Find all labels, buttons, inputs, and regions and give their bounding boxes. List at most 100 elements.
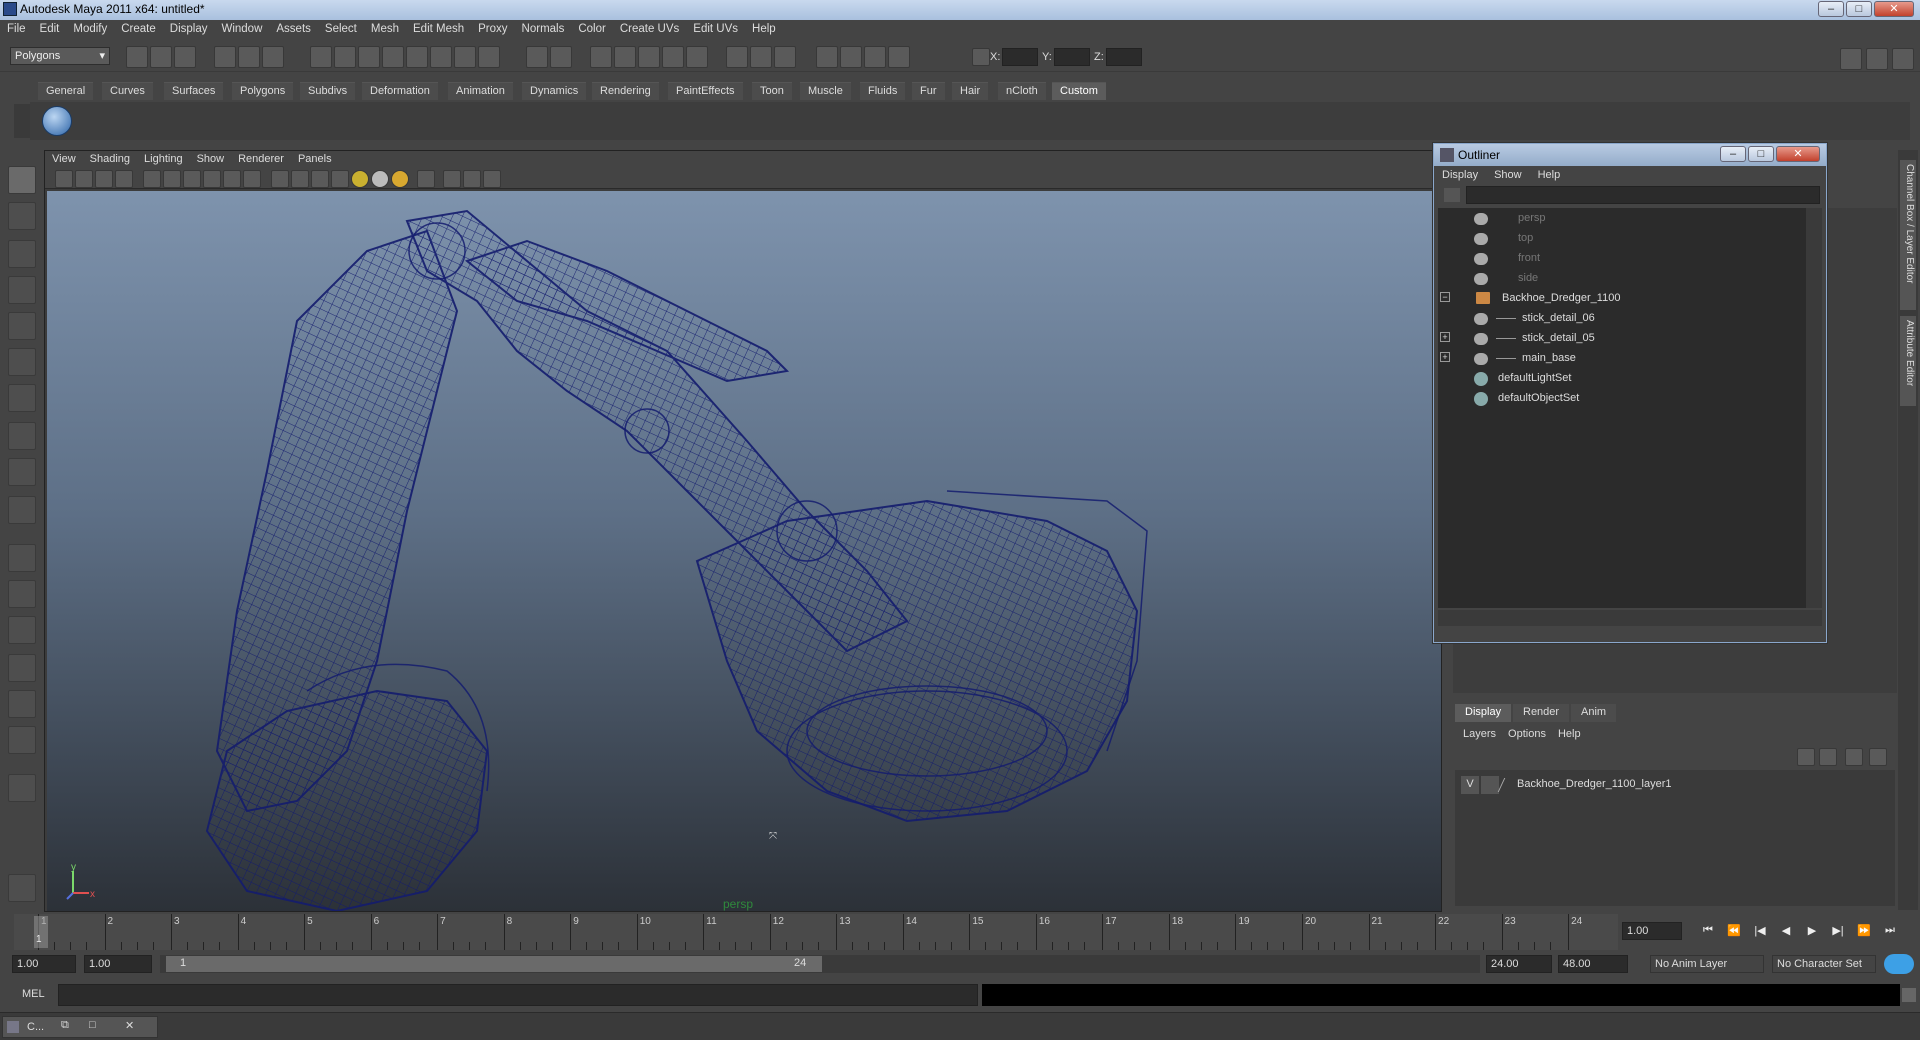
outliner-minimize-button[interactable]: – bbox=[1720, 146, 1746, 162]
select-handles-icon[interactable] bbox=[310, 46, 332, 68]
outliner-horizontal-scrollbar[interactable] bbox=[1438, 610, 1822, 626]
shelf-tab-hair[interactable]: Hair bbox=[952, 82, 989, 100]
auto-key-icon[interactable] bbox=[1884, 954, 1914, 974]
use-default-lights-icon[interactable] bbox=[351, 170, 369, 188]
image-plane-icon[interactable] bbox=[115, 170, 133, 188]
shelf-tab-fur[interactable]: Fur bbox=[912, 82, 945, 100]
step-forward-frame-icon[interactable]: ▶| bbox=[1828, 924, 1848, 940]
close-icon[interactable]: ✕ bbox=[125, 1019, 134, 1032]
menu-create-uvs[interactable]: Create UVs bbox=[613, 20, 686, 35]
list-item[interactable]: + main_base bbox=[1438, 350, 1806, 368]
restore-icon[interactable]: ⧉ bbox=[61, 1019, 69, 1032]
maximize-icon[interactable]: □ bbox=[89, 1019, 96, 1031]
hud-icon[interactable] bbox=[483, 170, 501, 188]
textured-icon[interactable] bbox=[331, 170, 349, 188]
menu-window[interactable]: Window bbox=[214, 20, 269, 35]
render-view-icon[interactable] bbox=[816, 46, 838, 68]
outliner-filter-input[interactable] bbox=[1466, 186, 1820, 204]
output-ops-icon[interactable] bbox=[750, 46, 772, 68]
list-item[interactable]: defaultLightSet bbox=[1438, 370, 1806, 388]
outliner-menu-display[interactable]: Display bbox=[1434, 166, 1486, 184]
select-surfaces-icon[interactable] bbox=[382, 46, 404, 68]
shelf-tab-dynamics[interactable]: Dynamics bbox=[522, 82, 587, 100]
go-to-start-icon[interactable]: ⏮ bbox=[1698, 924, 1718, 940]
lasso-tool-icon[interactable] bbox=[8, 202, 36, 230]
menu-edit[interactable]: Edit bbox=[33, 20, 67, 35]
select-tool-icon[interactable] bbox=[8, 166, 36, 194]
make-live-icon[interactable] bbox=[686, 46, 708, 68]
menu-edit-mesh[interactable]: Edit Mesh bbox=[406, 20, 471, 35]
list-item[interactable]: top bbox=[1438, 230, 1806, 248]
command-input[interactable] bbox=[58, 984, 978, 1006]
xray-icon[interactable] bbox=[443, 170, 461, 188]
list-item[interactable]: − Backhoe_Dredger_1100 bbox=[1438, 290, 1806, 308]
layer-display-type-toggle[interactable] bbox=[1481, 776, 1499, 794]
z-field[interactable] bbox=[1106, 48, 1142, 66]
character-set-selector[interactable]: No Character Set bbox=[1772, 955, 1876, 973]
layer-visibility-toggle[interactable]: V bbox=[1461, 776, 1479, 794]
snap-curve-icon[interactable] bbox=[614, 46, 636, 68]
script-editor-icon[interactable] bbox=[1902, 988, 1916, 1002]
shelf-tab-curves[interactable]: Curves bbox=[102, 82, 153, 100]
step-forward-key-icon[interactable]: ⏩ bbox=[1854, 924, 1874, 940]
shelf-tab-muscle[interactable]: Muscle bbox=[800, 82, 851, 100]
step-back-key-icon[interactable]: ⏪ bbox=[1724, 924, 1744, 940]
collapse-icon[interactable]: − bbox=[1440, 292, 1450, 302]
list-item[interactable]: front bbox=[1438, 250, 1806, 268]
list-item[interactable]: stick_detail_06 bbox=[1438, 310, 1806, 328]
menu-edit-uvs[interactable]: Edit UVs bbox=[686, 20, 745, 35]
four-view-layout-icon[interactable] bbox=[8, 580, 36, 608]
select-object-icon[interactable] bbox=[238, 46, 260, 68]
select-joints-icon[interactable] bbox=[334, 46, 356, 68]
menu-set-selector[interactable]: Polygons ▾ bbox=[10, 47, 110, 65]
play-backwards-icon[interactable]: ◀ bbox=[1776, 924, 1796, 940]
new-layer-selected-icon[interactable] bbox=[1869, 748, 1887, 766]
safe-action-icon[interactable] bbox=[243, 170, 261, 188]
bookmark-icon[interactable] bbox=[95, 170, 113, 188]
layer-tab-render[interactable]: Render bbox=[1513, 704, 1570, 722]
shelf-tab-polygons[interactable]: Polygons bbox=[232, 82, 294, 100]
select-misc-icon[interactable] bbox=[478, 46, 500, 68]
grid-icon[interactable] bbox=[143, 170, 161, 188]
manipulator-tool-icon[interactable] bbox=[8, 384, 36, 412]
shelf-tab-animation[interactable]: Animation bbox=[448, 82, 513, 100]
menu-proxy[interactable]: Proxy bbox=[471, 20, 514, 35]
input-line-mode-icon[interactable] bbox=[972, 48, 990, 66]
list-item[interactable]: side bbox=[1438, 270, 1806, 288]
perspective-viewport[interactable]: yx ⤧ persp bbox=[47, 191, 1441, 911]
minimize-button[interactable]: – bbox=[1818, 1, 1844, 17]
select-hierarchy-icon[interactable] bbox=[214, 46, 236, 68]
wireframe-on-shaded-icon[interactable] bbox=[311, 170, 329, 188]
select-rendering-icon[interactable] bbox=[454, 46, 476, 68]
list-item[interactable]: persp bbox=[1438, 210, 1806, 228]
expand-icon[interactable]: + bbox=[1440, 332, 1450, 342]
layer-tab-display[interactable]: Display bbox=[1455, 704, 1512, 722]
construction-history-icon[interactable] bbox=[774, 46, 796, 68]
minimized-window[interactable]: C... ⧉ □ ✕ bbox=[2, 1016, 158, 1038]
time-slider[interactable]: 123456789101112131415161718192021222324 … bbox=[14, 914, 1618, 950]
show-attribute-editor-icon[interactable] bbox=[1840, 48, 1862, 70]
shadows-icon[interactable] bbox=[371, 170, 389, 188]
input-ops-icon[interactable] bbox=[726, 46, 748, 68]
layout-menu-icon[interactable] bbox=[8, 774, 36, 802]
new-scene-icon[interactable] bbox=[126, 46, 148, 68]
new-empty-layer-icon[interactable] bbox=[1845, 748, 1863, 766]
show-tool-settings-icon[interactable] bbox=[1866, 48, 1888, 70]
viewport-menu-shading[interactable]: Shading bbox=[83, 151, 137, 167]
step-back-frame-icon[interactable]: |◀ bbox=[1750, 924, 1770, 940]
layer-menu-help[interactable]: Help bbox=[1552, 726, 1587, 742]
attribute-editor-tab[interactable]: Attribute Editor bbox=[1900, 316, 1916, 406]
isolate-select-icon[interactable] bbox=[417, 170, 435, 188]
use-all-lights-icon[interactable] bbox=[391, 170, 409, 188]
playback-end-field[interactable]: 24.00 bbox=[1486, 955, 1552, 973]
show-manipulator-icon[interactable] bbox=[8, 458, 36, 486]
start-time-field[interactable]: 1.00 bbox=[12, 955, 76, 973]
modeling-toolkit-icon[interactable] bbox=[8, 874, 36, 902]
show-channel-box-icon[interactable] bbox=[1892, 48, 1914, 70]
viewport-menu-show[interactable]: Show bbox=[190, 151, 232, 167]
shelf-tab-general[interactable]: General bbox=[38, 82, 94, 100]
menu-assets[interactable]: Assets bbox=[269, 20, 318, 35]
snap-grid-icon[interactable] bbox=[590, 46, 612, 68]
maximize-button[interactable]: □ bbox=[1846, 1, 1872, 17]
filter-options-icon[interactable] bbox=[1444, 188, 1460, 202]
